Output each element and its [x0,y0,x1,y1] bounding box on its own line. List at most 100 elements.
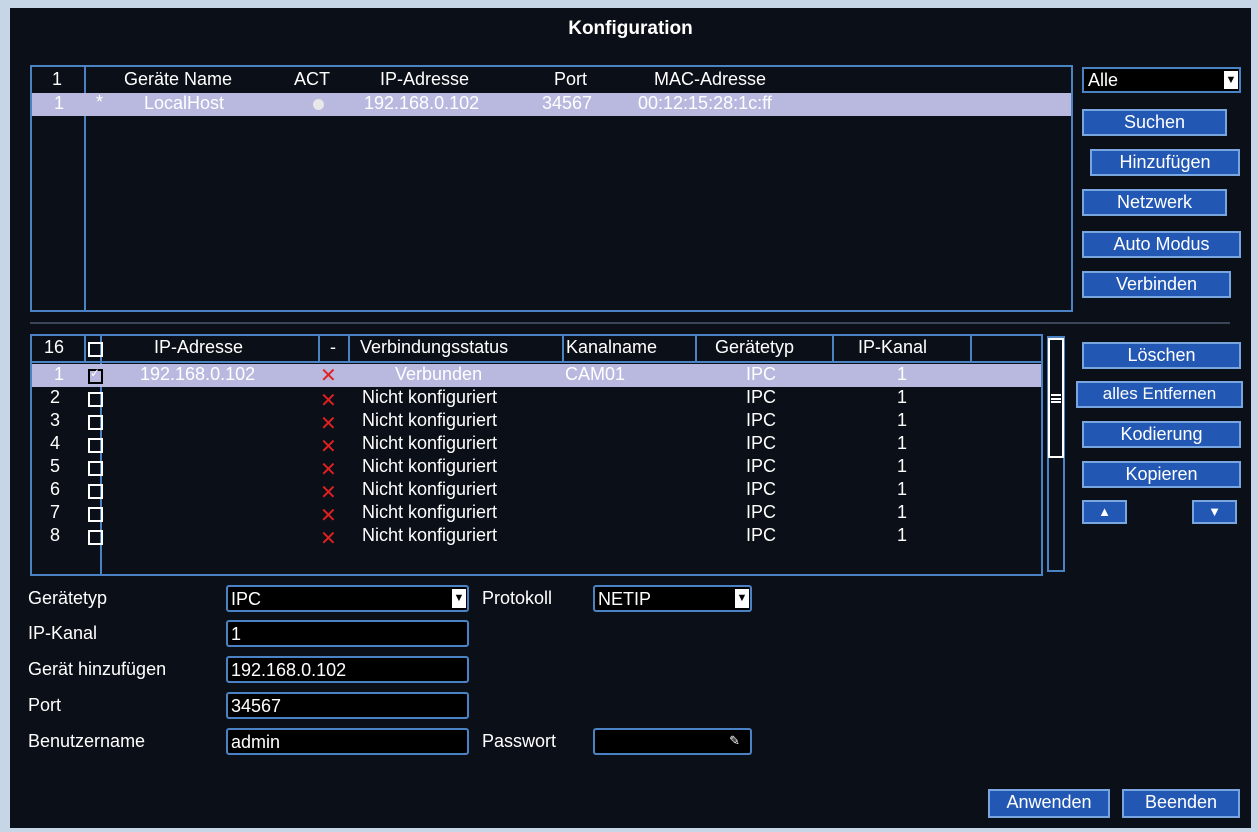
row-device-type: IPC [746,410,777,430]
delete-button[interactable]: Löschen [1082,342,1241,369]
add-device-input[interactable]: 192.168.0.102 [226,656,469,683]
channel-header-channel-name: Kanalname [566,337,658,357]
add-button[interactable]: Hinzufügen [1090,149,1240,176]
apply-button[interactable]: Anwenden [988,789,1110,818]
filter-select-value: Alle [1088,70,1119,90]
row-device-type: IPC [746,502,777,522]
row-ip: 192.168.0.102 [140,364,256,384]
column-divider [695,336,697,361]
ip-channel-label: IP-Kanal [28,623,98,643]
row-ip-channel: 1 [897,433,908,453]
row-status: Nicht konfiguriert [362,410,498,430]
row-checkbox[interactable] [88,366,103,384]
device-type-value: IPC [231,589,262,609]
chevron-down-icon: ▼ [735,589,749,608]
filter-select[interactable]: Alle ▼ [1082,67,1241,93]
select-all-checkbox[interactable] [88,342,103,357]
device-row-index: 1 [54,93,65,113]
device-row-selected[interactable]: 1 * LocalHost 192.168.0.102 34567 00:12:… [32,92,1071,116]
chevron-down-icon: ▼ [1224,71,1238,89]
device-type-label: Gerätetyp [28,588,108,608]
device-list-header-index: 1 [52,69,63,89]
row-checkbox[interactable] [88,530,103,545]
column-divider [318,336,320,361]
row-status: Nicht konfiguriert [362,387,498,407]
device-list[interactable]: 1 Geräte Name ACT IP-Adresse Port MAC-Ad… [30,65,1073,312]
row-checkbox[interactable] [88,415,103,430]
channel-header-ip: IP-Adresse [154,337,244,357]
port-label: Port [28,695,62,715]
encoding-button[interactable]: Kodierung [1082,421,1241,448]
exit-button[interactable]: Beenden [1122,789,1240,818]
row-index: 4 [50,433,61,453]
table-row[interactable]: 8 ✕ Nicht konfiguriert IPC 1 [32,525,1041,549]
column-divider [970,336,972,361]
row-device-type: IPC [746,387,777,407]
row-index: 5 [50,456,61,476]
channel-header-dash: - [330,337,336,357]
channel-header-ip-channel: IP-Kanal [858,337,928,357]
row-ip-channel: 1 [897,502,908,522]
connect-button[interactable]: Verbinden [1082,271,1231,298]
table-row[interactable]: 1 192.168.0.102 ✕ Verbunden CAM01 IPC 1 [32,364,1041,387]
row-device-type: IPC [746,479,777,499]
protocol-label: Protokoll [482,588,553,608]
row-ip-channel: 1 [897,387,908,407]
row-checkbox[interactable] [88,461,103,476]
row-checkbox[interactable] [88,484,103,499]
keyboard-icon[interactable]: ✎ [729,733,740,749]
device-row-mac: 00:12:15:28:1c:ff [638,93,772,113]
column-divider [562,336,564,361]
row-ip-channel: 1 [897,456,908,476]
row-checkbox[interactable] [88,438,103,453]
row-index: 1 [54,364,65,384]
channel-list[interactable]: 16 IP-Adresse - Verbindungsstatus Kanaln… [30,334,1043,576]
device-type-select[interactable]: IPC ▼ [226,585,469,612]
network-button[interactable]: Netzwerk [1082,189,1227,216]
remove-all-button[interactable]: alles Entfernen [1076,381,1243,408]
password-label: Passwort [482,731,557,751]
row-device-type: IPC [746,525,777,545]
status-dot-icon [313,99,324,110]
row-status: Nicht konfiguriert [362,456,498,476]
row-checkbox[interactable] [88,507,103,522]
row-device-type: IPC [746,456,777,476]
device-row-port: 34567 [542,93,593,113]
port-input[interactable]: 34567 [226,692,469,719]
password-input[interactable]: ✎ [593,728,752,755]
add-device-value: 192.168.0.102 [231,660,347,680]
row-ip-channel: 1 [897,364,908,384]
protocol-select[interactable]: NETIP ▼ [593,585,752,612]
row-status: Nicht konfiguriert [362,433,498,453]
ip-channel-value: 1 [231,624,242,644]
channel-header-status: Verbindungsstatus [360,337,509,357]
move-up-button[interactable]: ▲ [1082,500,1127,524]
move-down-button[interactable]: ▼ [1192,500,1237,524]
table-row[interactable]: 5 ✕ Nicht konfiguriert IPC 1 [32,456,1041,480]
disconnected-x-icon: ✕ [320,436,337,458]
table-row[interactable]: 3 ✕ Nicht konfiguriert IPC 1 [32,410,1041,434]
copy-button[interactable]: Kopieren [1082,461,1241,488]
column-divider [84,336,86,361]
disconnected-x-icon: ✕ [320,505,337,527]
column-divider [832,336,834,361]
device-row-marker: * [96,92,104,112]
window-title: Konfiguration [568,18,693,39]
table-row[interactable]: 4 ✕ Nicht konfiguriert IPC 1 [32,433,1041,458]
device-list-header-port: Port [554,69,588,89]
header-underline [32,361,1041,363]
section-divider [30,322,1230,324]
auto-mode-button[interactable]: Auto Modus [1082,231,1241,258]
ip-channel-input[interactable]: 1 [226,620,469,647]
table-row[interactable]: 6 ✕ Nicht konfiguriert IPC 1 [32,479,1041,503]
row-index: 2 [50,387,61,407]
row-status: Nicht konfiguriert [362,502,498,522]
disconnected-x-icon: ✕ [320,365,337,387]
table-row[interactable]: 7 ✕ Nicht konfiguriert IPC 1 [32,502,1041,527]
search-button[interactable]: Suchen [1082,109,1227,136]
table-row[interactable]: 2 ✕ Nicht konfiguriert IPC 1 [32,387,1041,412]
username-input[interactable]: admin [226,728,469,755]
row-checkbox[interactable] [88,392,103,407]
username-value: admin [231,732,281,752]
disconnected-x-icon: ✕ [320,390,337,412]
